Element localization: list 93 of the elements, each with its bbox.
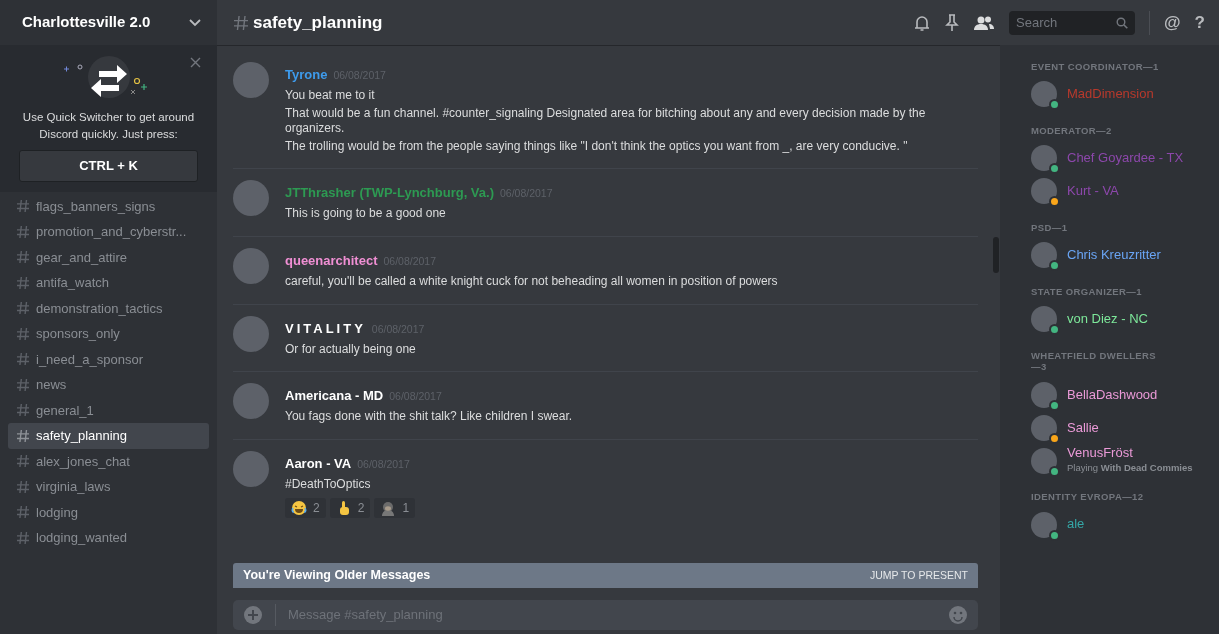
reaction-button[interactable]: 2 bbox=[285, 498, 326, 519]
laughing-face-icon bbox=[291, 500, 307, 517]
channel-item[interactable]: sponsors_only bbox=[8, 321, 209, 347]
shortcut-button[interactable]: CTRL + K bbox=[19, 149, 198, 182]
message-text: #DeathToOptics bbox=[285, 476, 372, 493]
scrollbar-thumb[interactable] bbox=[993, 237, 999, 273]
message-text: careful, you'll be called a white knight cuck for not beheading all women in position of powers bbox=[285, 273, 779, 290]
member-avatar[interactable] bbox=[1031, 414, 1057, 441]
close-icon[interactable] bbox=[190, 57, 201, 68]
chevron-down-icon[interactable] bbox=[189, 18, 201, 27]
member-name[interactable]: ale bbox=[1067, 517, 1085, 532]
channel-item[interactable]: lodging bbox=[8, 499, 209, 525]
hash-icon bbox=[16, 377, 30, 392]
member-avatar[interactable] bbox=[1031, 145, 1057, 172]
reaction-count: 1 bbox=[402, 500, 410, 518]
message-author[interactable]: Aaron - VA bbox=[285, 455, 352, 471]
role-heading: STATE ORGANIZER—1 bbox=[1031, 285, 1143, 298]
bell-icon[interactable] bbox=[913, 13, 932, 32]
message-text: This is going to be a good one bbox=[285, 206, 447, 222]
message-author[interactable]: Tyrone bbox=[285, 67, 328, 82]
hash-icon bbox=[16, 326, 30, 341]
hash-icon bbox=[16, 505, 30, 520]
reaction-button[interactable]: 1 bbox=[374, 498, 416, 519]
hash-icon bbox=[16, 250, 30, 265]
member-name[interactable]: Kurt - VA bbox=[1067, 184, 1119, 199]
channel-item[interactable]: lodging_wanted bbox=[8, 525, 209, 551]
channel-item[interactable]: safety_planning bbox=[8, 423, 209, 449]
member-avatar[interactable] bbox=[1031, 511, 1057, 538]
channel-item[interactable]: promotion_and_cyberstr... bbox=[8, 219, 209, 245]
channel-item[interactable]: virginia_laws bbox=[8, 474, 209, 500]
message-author[interactable]: queenarchitect bbox=[285, 252, 378, 268]
member-avatar[interactable] bbox=[1031, 81, 1057, 108]
server-name[interactable]: Charlottesville 2.0 bbox=[22, 11, 151, 34]
hash-icon bbox=[16, 454, 30, 469]
member-name[interactable]: von Diez - NC bbox=[1067, 311, 1148, 327]
member-activity: Playing With Dead Commies bbox=[1067, 460, 1193, 475]
search-input[interactable]: Search bbox=[1016, 12, 1107, 33]
people-icon[interactable] bbox=[973, 14, 996, 31]
pin-icon[interactable] bbox=[945, 13, 960, 32]
message-author[interactable]: Americana - MD bbox=[285, 388, 384, 404]
reaction-count: 2 bbox=[357, 500, 365, 518]
channel-item[interactable]: alex_jones_chat bbox=[8, 448, 209, 474]
search-field[interactable]: Search bbox=[1009, 10, 1136, 35]
message-text: Or for actually being one bbox=[285, 341, 417, 358]
mention-button[interactable]: @ bbox=[1164, 9, 1181, 36]
channel-item[interactable]: flags_banners_signs bbox=[8, 193, 209, 219]
hash-icon bbox=[16, 199, 30, 214]
hash-icon bbox=[16, 352, 30, 367]
member-name[interactable]: Chris Kreuzritter bbox=[1067, 247, 1161, 263]
hash-icon bbox=[16, 479, 30, 494]
member-name[interactable]: Chef Goyardee - TX bbox=[1067, 151, 1184, 166]
message-text: That would be a fun channel. #counter_signaling Designated area for bitching about any and every decision made by the organizers. bbox=[285, 105, 927, 137]
member-name[interactable]: Sallie bbox=[1067, 420, 1099, 435]
channel-item[interactable]: demonstration_tactics bbox=[8, 295, 209, 321]
hash-icon bbox=[16, 224, 30, 239]
role-heading: PSD—1 bbox=[1031, 221, 1069, 234]
member-avatar[interactable] bbox=[1031, 306, 1057, 332]
tip-text: Use Quick Switcher to get around Discord quickly. Just press: bbox=[21, 110, 196, 143]
member-avatar[interactable] bbox=[1031, 178, 1057, 205]
older-messages-text: You're Viewing Older Messages bbox=[243, 567, 431, 585]
hash-icon bbox=[16, 403, 30, 418]
channel-item[interactable]: general_1 bbox=[8, 397, 209, 423]
channel-item[interactable]: antifa_watch bbox=[8, 270, 209, 296]
role-heading: IDENTITY EVROPA—12 bbox=[1031, 491, 1145, 504]
channel-item[interactable]: news bbox=[8, 372, 209, 398]
search-icon bbox=[1116, 16, 1129, 29]
reaction-button[interactable]: 2 bbox=[329, 498, 371, 519]
message-author[interactable]: VITALITY bbox=[285, 320, 366, 336]
role-heading: EVENT COORDINATOR—1 bbox=[1031, 61, 1159, 73]
message-author[interactable]: JTThrasher (TWP-Lynchburg, Va.) bbox=[285, 185, 494, 201]
member-name[interactable]: VenusFröst bbox=[1067, 446, 1193, 461]
hash-icon bbox=[16, 530, 30, 545]
reaction-count: 2 bbox=[313, 500, 320, 518]
message-text: You beat me to it bbox=[285, 88, 376, 104]
role-heading: WHEATFIELD DWELLERS—3 bbox=[1031, 349, 1158, 374]
ape-face-icon bbox=[380, 500, 397, 517]
role-heading: MODERATOR—2 bbox=[1031, 124, 1113, 137]
hash-icon bbox=[16, 301, 30, 316]
member-avatar[interactable] bbox=[1031, 242, 1057, 269]
hash-icon bbox=[16, 275, 30, 290]
member-avatar[interactable] bbox=[1031, 447, 1057, 474]
channel-item[interactable]: gear_and_attire bbox=[8, 244, 209, 270]
hash-icon bbox=[16, 428, 30, 443]
message-text: You fags done with the shit talk? Like children I swear. bbox=[285, 409, 574, 425]
message-text: The trolling would be from the people saying things like "I don't think the optics you want from _, are very conducive. " bbox=[285, 138, 909, 155]
help-button[interactable]: ? bbox=[1194, 9, 1205, 36]
member-name[interactable]: BellaDashwood bbox=[1067, 387, 1158, 402]
hash-icon bbox=[233, 14, 249, 31]
channel-title: safety_planning bbox=[253, 11, 383, 34]
member-avatar[interactable] bbox=[1031, 381, 1057, 408]
channel-item[interactable]: i_need_a_sponsor bbox=[8, 346, 209, 372]
member-name[interactable]: MadDimension bbox=[1067, 87, 1154, 102]
jump-to-present-link[interactable]: JUMP TO PRESENT bbox=[869, 567, 968, 584]
